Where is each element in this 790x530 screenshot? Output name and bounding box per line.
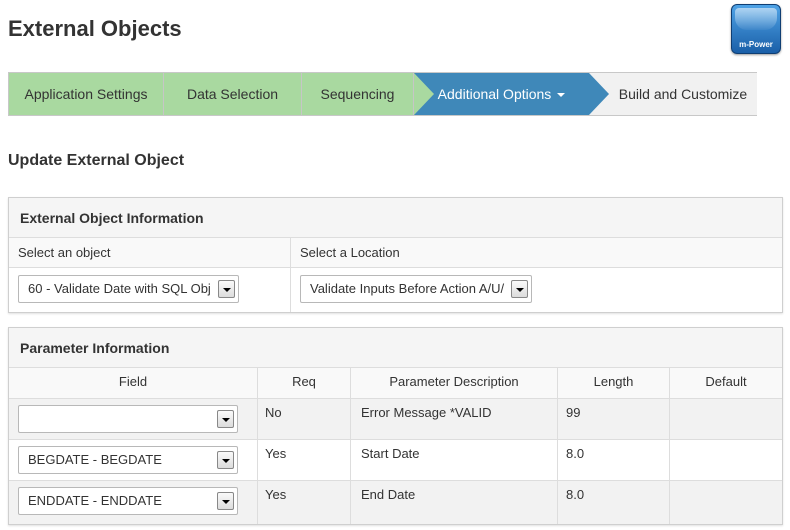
table-row: ENDDATE - ENDDATE Yes End Date 8.0 xyxy=(9,481,782,524)
default-cell xyxy=(670,440,782,480)
step-arrow-icon xyxy=(414,73,434,115)
table-row: BEGDATE - BEGDATE Yes Start Date 8.0 xyxy=(9,440,782,481)
length-value: 8.0 xyxy=(566,446,585,461)
req-cell: Yes xyxy=(258,440,351,480)
external-object-panel: External Object Information Select an ob… xyxy=(8,197,783,313)
dropdown-arrow-icon[interactable] xyxy=(217,451,234,469)
location-select[interactable]: Validate Inputs Before Action A/U/ xyxy=(300,275,532,303)
length-value: 8.0 xyxy=(566,487,585,502)
step-additional-options[interactable]: Additional Options xyxy=(414,73,589,115)
external-object-panel-title: External Object Information xyxy=(9,198,782,238)
description-value: Error Message *VALID xyxy=(361,405,492,420)
parameter-panel-title: Parameter Information xyxy=(9,328,782,368)
section-title: Update External Object xyxy=(8,152,185,169)
object-select[interactable]: 60 - Validate Date with SQL Obj xyxy=(18,275,239,303)
length-value: 99 xyxy=(566,405,581,420)
field-select-value: ENDDATE - ENDDATE xyxy=(28,493,162,508)
step-application-settings[interactable]: Application Settings xyxy=(9,73,164,115)
dropdown-arrow-icon[interactable] xyxy=(217,410,234,428)
object-select-cell: 60 - Validate Date with SQL Obj xyxy=(9,268,291,312)
length-cell: 8.0 xyxy=(558,440,670,480)
field-select[interactable]: BEGDATE - BEGDATE xyxy=(18,446,238,474)
field-cell: ENDDATE - ENDDATE xyxy=(9,481,258,524)
step-sequencing[interactable]: Sequencing xyxy=(302,73,414,115)
description-cell: Start Date xyxy=(351,440,558,480)
req-cell: No xyxy=(258,399,351,439)
description-cell: Error Message *VALID xyxy=(351,399,558,439)
column-header-field: Field xyxy=(9,368,258,398)
wizard-steps: Application Settings Data Selection Sequ… xyxy=(8,72,757,116)
default-cell xyxy=(670,399,782,439)
dropdown-arrow-icon[interactable] xyxy=(218,280,235,298)
mpower-logo: m-Power xyxy=(731,4,781,54)
req-value: Yes xyxy=(265,446,287,461)
dropdown-arrow-icon[interactable] xyxy=(217,492,234,510)
column-header-length: Length xyxy=(558,368,670,398)
step-build-and-customize[interactable]: Build and Customize xyxy=(609,73,757,115)
description-cell: End Date xyxy=(351,481,558,524)
object-label-cell: Select an object xyxy=(9,238,291,267)
description-value: End Date xyxy=(361,487,416,502)
dropdown-arrow-icon[interactable] xyxy=(511,280,528,298)
step-data-selection[interactable]: Data Selection xyxy=(164,73,302,115)
object-select-value: 60 - Validate Date with SQL Obj xyxy=(28,281,211,296)
field-select-value: BEGDATE - BEGDATE xyxy=(28,452,162,467)
location-label-cell: Select a Location xyxy=(291,238,782,267)
location-select-cell: Validate Inputs Before Action A/U/ xyxy=(291,268,782,312)
default-cell xyxy=(670,481,782,524)
parameter-header-row: Field Req Parameter Description Length D… xyxy=(9,368,782,399)
caret-down-icon xyxy=(557,93,566,98)
location-select-value: Validate Inputs Before Action A/U/ xyxy=(310,281,505,296)
field-select[interactable]: ENDDATE - ENDDATE xyxy=(18,487,238,515)
parameter-panel: Parameter Information Field Req Paramete… xyxy=(8,327,783,525)
field-cell xyxy=(9,399,258,439)
column-header-default: Default xyxy=(705,374,747,389)
length-cell: 99 xyxy=(558,399,670,439)
page-title: External Objects xyxy=(8,16,182,41)
logo-text: m-Power xyxy=(739,40,773,49)
active-step-arrow-icon xyxy=(589,73,609,115)
req-value: Yes xyxy=(265,487,287,502)
table-row: No Error Message *VALID 99 xyxy=(9,399,782,440)
req-cell: Yes xyxy=(258,481,351,524)
column-header-req: Req xyxy=(258,368,351,398)
object-label: Select an object xyxy=(18,245,111,260)
object-labels-row: Select an object Select a Location xyxy=(9,238,782,268)
req-value: No xyxy=(265,405,282,420)
length-cell: 8.0 xyxy=(558,481,670,524)
location-label: Select a Location xyxy=(300,245,400,260)
column-header-description: Parameter Description xyxy=(351,368,558,398)
description-value: Start Date xyxy=(361,446,420,461)
step-additional-options-label: Additional Options xyxy=(437,86,552,102)
field-select[interactable] xyxy=(18,405,238,433)
object-selects-row: 60 - Validate Date with SQL Obj Validate… xyxy=(9,268,782,312)
field-cell: BEGDATE - BEGDATE xyxy=(9,440,258,480)
logo-shine xyxy=(735,8,777,30)
